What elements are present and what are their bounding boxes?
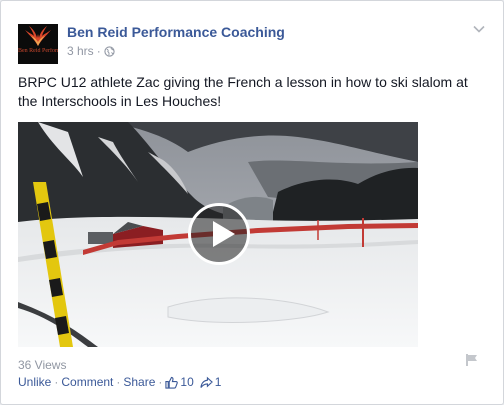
- post-card: Ben Reid Performance Coach Ben Reid Perf…: [0, 0, 504, 405]
- meta-separator: ·: [96, 44, 101, 58]
- post-message: BRPC U12 athlete Zac giving the French a…: [18, 74, 468, 109]
- play-icon[interactable]: [188, 203, 250, 265]
- globe-icon[interactable]: [104, 45, 115, 57]
- action-separator: ·: [54, 375, 59, 389]
- unlike-link[interactable]: Unlike: [18, 375, 51, 389]
- action-separator: ·: [116, 375, 121, 389]
- like-count[interactable]: 10: [180, 375, 193, 389]
- thumbs-up-icon[interactable]: [165, 376, 179, 389]
- share-count[interactable]: 1: [215, 375, 222, 389]
- post-meta: 3 hrs ·: [67, 44, 115, 58]
- page-avatar[interactable]: Ben Reid Performance Coach: [18, 24, 58, 64]
- post-timestamp[interactable]: 3 hrs: [67, 44, 94, 58]
- post-actions: Unlike · Comment · Share · 10 1: [18, 375, 221, 389]
- comment-link[interactable]: Comment: [61, 375, 113, 389]
- action-separator: ·: [158, 375, 163, 389]
- avatar-logo-text: Ben Reid Performance Coach: [18, 48, 58, 54]
- flag-icon[interactable]: [465, 353, 479, 367]
- share-arrow-icon[interactable]: [200, 376, 213, 389]
- video-player[interactable]: [18, 122, 418, 347]
- view-count: 36 Views: [18, 358, 67, 372]
- share-link[interactable]: Share: [123, 375, 155, 389]
- phoenix-logo-icon: [25, 26, 51, 46]
- chevron-down-icon[interactable]: [473, 25, 485, 33]
- page-name-link[interactable]: Ben Reid Performance Coaching: [67, 24, 285, 40]
